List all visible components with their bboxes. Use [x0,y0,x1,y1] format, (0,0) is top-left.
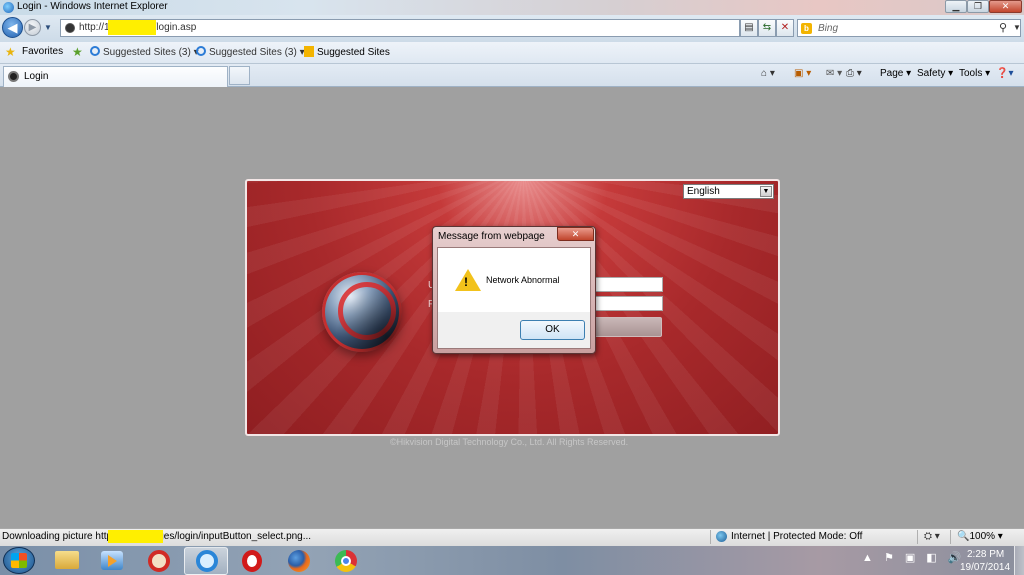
stop-button[interactable]: ✕ [776,19,794,37]
dialog-message: Network Abnormal [486,275,560,285]
ie-app-icon [3,2,14,13]
refresh-button[interactable]: ⇆ [758,19,776,37]
close-window-button[interactable]: ✕ [989,0,1022,13]
clock-date[interactable]: 19/07/2014 [960,562,1010,573]
favorites-item-suggested-sites-3[interactable]: Suggested Sites [304,46,390,58]
status-divider [917,530,918,544]
globe-icon [716,531,727,542]
help-icon[interactable]: ❓▾ [996,68,1013,79]
address-bar[interactable]: http://1 doc/page/login.asp [60,19,740,37]
protected-mode-icon[interactable]: ⛭ ▾ [924,531,940,542]
show-desktop-button[interactable] [1014,546,1024,575]
favorites-item-label: Suggested Sites (3) [209,47,297,58]
system-tray-icons[interactable]: ▲ ⚑ ▣ ◧ 🔊 [862,551,965,564]
folder-icon[interactable] [55,551,79,569]
forward-button[interactable]: ▶ [24,19,41,36]
compatibility-view-button[interactable]: ▤ [740,19,758,37]
print-icon[interactable]: ⎙ ▾ [846,68,862,79]
mail-icon[interactable]: ✉ ▾ [826,68,842,79]
window-title: Login - Windows Internet Explorer [17,1,168,12]
windows-logo-icon [11,553,27,568]
ie-icon [196,46,206,56]
search-icon[interactable]: ⚲ [999,21,1007,34]
address-redaction-mark [108,20,156,35]
clock-time[interactable]: 2:28 PM [967,549,1004,560]
favorites-item-suggested-sites-2[interactable]: Suggested Sites (3) ▾ [196,46,305,58]
search-box[interactable]: b Bing ⚲ ▼ [797,19,1021,37]
maximize-button[interactable]: ❐ [967,0,989,13]
chrome-center [341,556,351,566]
search-options-dropdown-icon[interactable]: ▼ [1013,23,1021,32]
favorites-star-icon[interactable]: ★ [5,45,16,59]
status-divider [950,530,951,544]
copyright-text: ©Hikvision Digital Technology Co., Ltd. … [390,437,628,447]
favorites-item-label: Suggested Sites (3) [103,47,191,58]
tools-menu[interactable]: Tools ▾ [959,68,990,79]
play-icon [108,555,117,567]
opera-icon[interactable] [242,550,262,572]
window-title-bar[interactable]: Login - Windows Internet Explorer [0,0,1024,15]
ok-button[interactable]: OK [520,320,585,340]
back-button[interactable]: ◀ [2,17,23,38]
zoom-level[interactable]: 🔍100% ▾ [957,531,1003,542]
new-tab-button[interactable] [229,66,250,85]
feeds-icon[interactable]: ▣ ▾ [794,68,811,79]
security-zone[interactable]: Internet | Protected Mode: Off [731,531,862,542]
firefox-icon[interactable] [288,550,310,572]
page-icon [8,71,19,82]
safety-menu[interactable]: Safety ▾ [917,68,953,79]
username-input[interactable] [592,277,663,292]
home-icon[interactable]: ⌂ ▾ [761,68,775,79]
logo-shading [322,272,402,352]
tab-label: Login [24,71,48,82]
page-icon [65,23,75,33]
recent-pages-dropdown-icon[interactable]: ▼ [44,23,52,32]
search-placeholder: Bing [818,23,838,34]
status-divider [710,530,711,544]
add-to-favorites-icon[interactable]: ★ [72,45,83,59]
status-redaction-mark [108,530,163,543]
warning-icon [455,269,481,291]
dialog-title: Message from webpage [438,231,545,242]
chevron-down-icon[interactable]: ▼ [760,186,772,197]
warning-mark: ! [464,275,468,289]
bing-icon: b [801,23,812,34]
dialog-close-button[interactable]: ✕ [557,227,594,241]
favorites-item-label: Suggested Sites [317,47,390,58]
favorites-button[interactable]: Favorites [22,46,63,57]
ccleaner-icon[interactable] [148,550,170,572]
tab-login[interactable]: Login [3,66,228,87]
login-button[interactable] [592,317,662,337]
page-menu[interactable]: Page ▾ [880,68,911,79]
password-input[interactable] [592,296,663,311]
bing-icon [304,46,314,57]
ie-icon [90,46,100,56]
internet-explorer-icon[interactable] [196,550,218,572]
minimize-button[interactable]: ▁ [945,0,967,13]
favorites-item-suggested-sites-1[interactable]: Suggested Sites (3) ▾ [90,46,199,58]
